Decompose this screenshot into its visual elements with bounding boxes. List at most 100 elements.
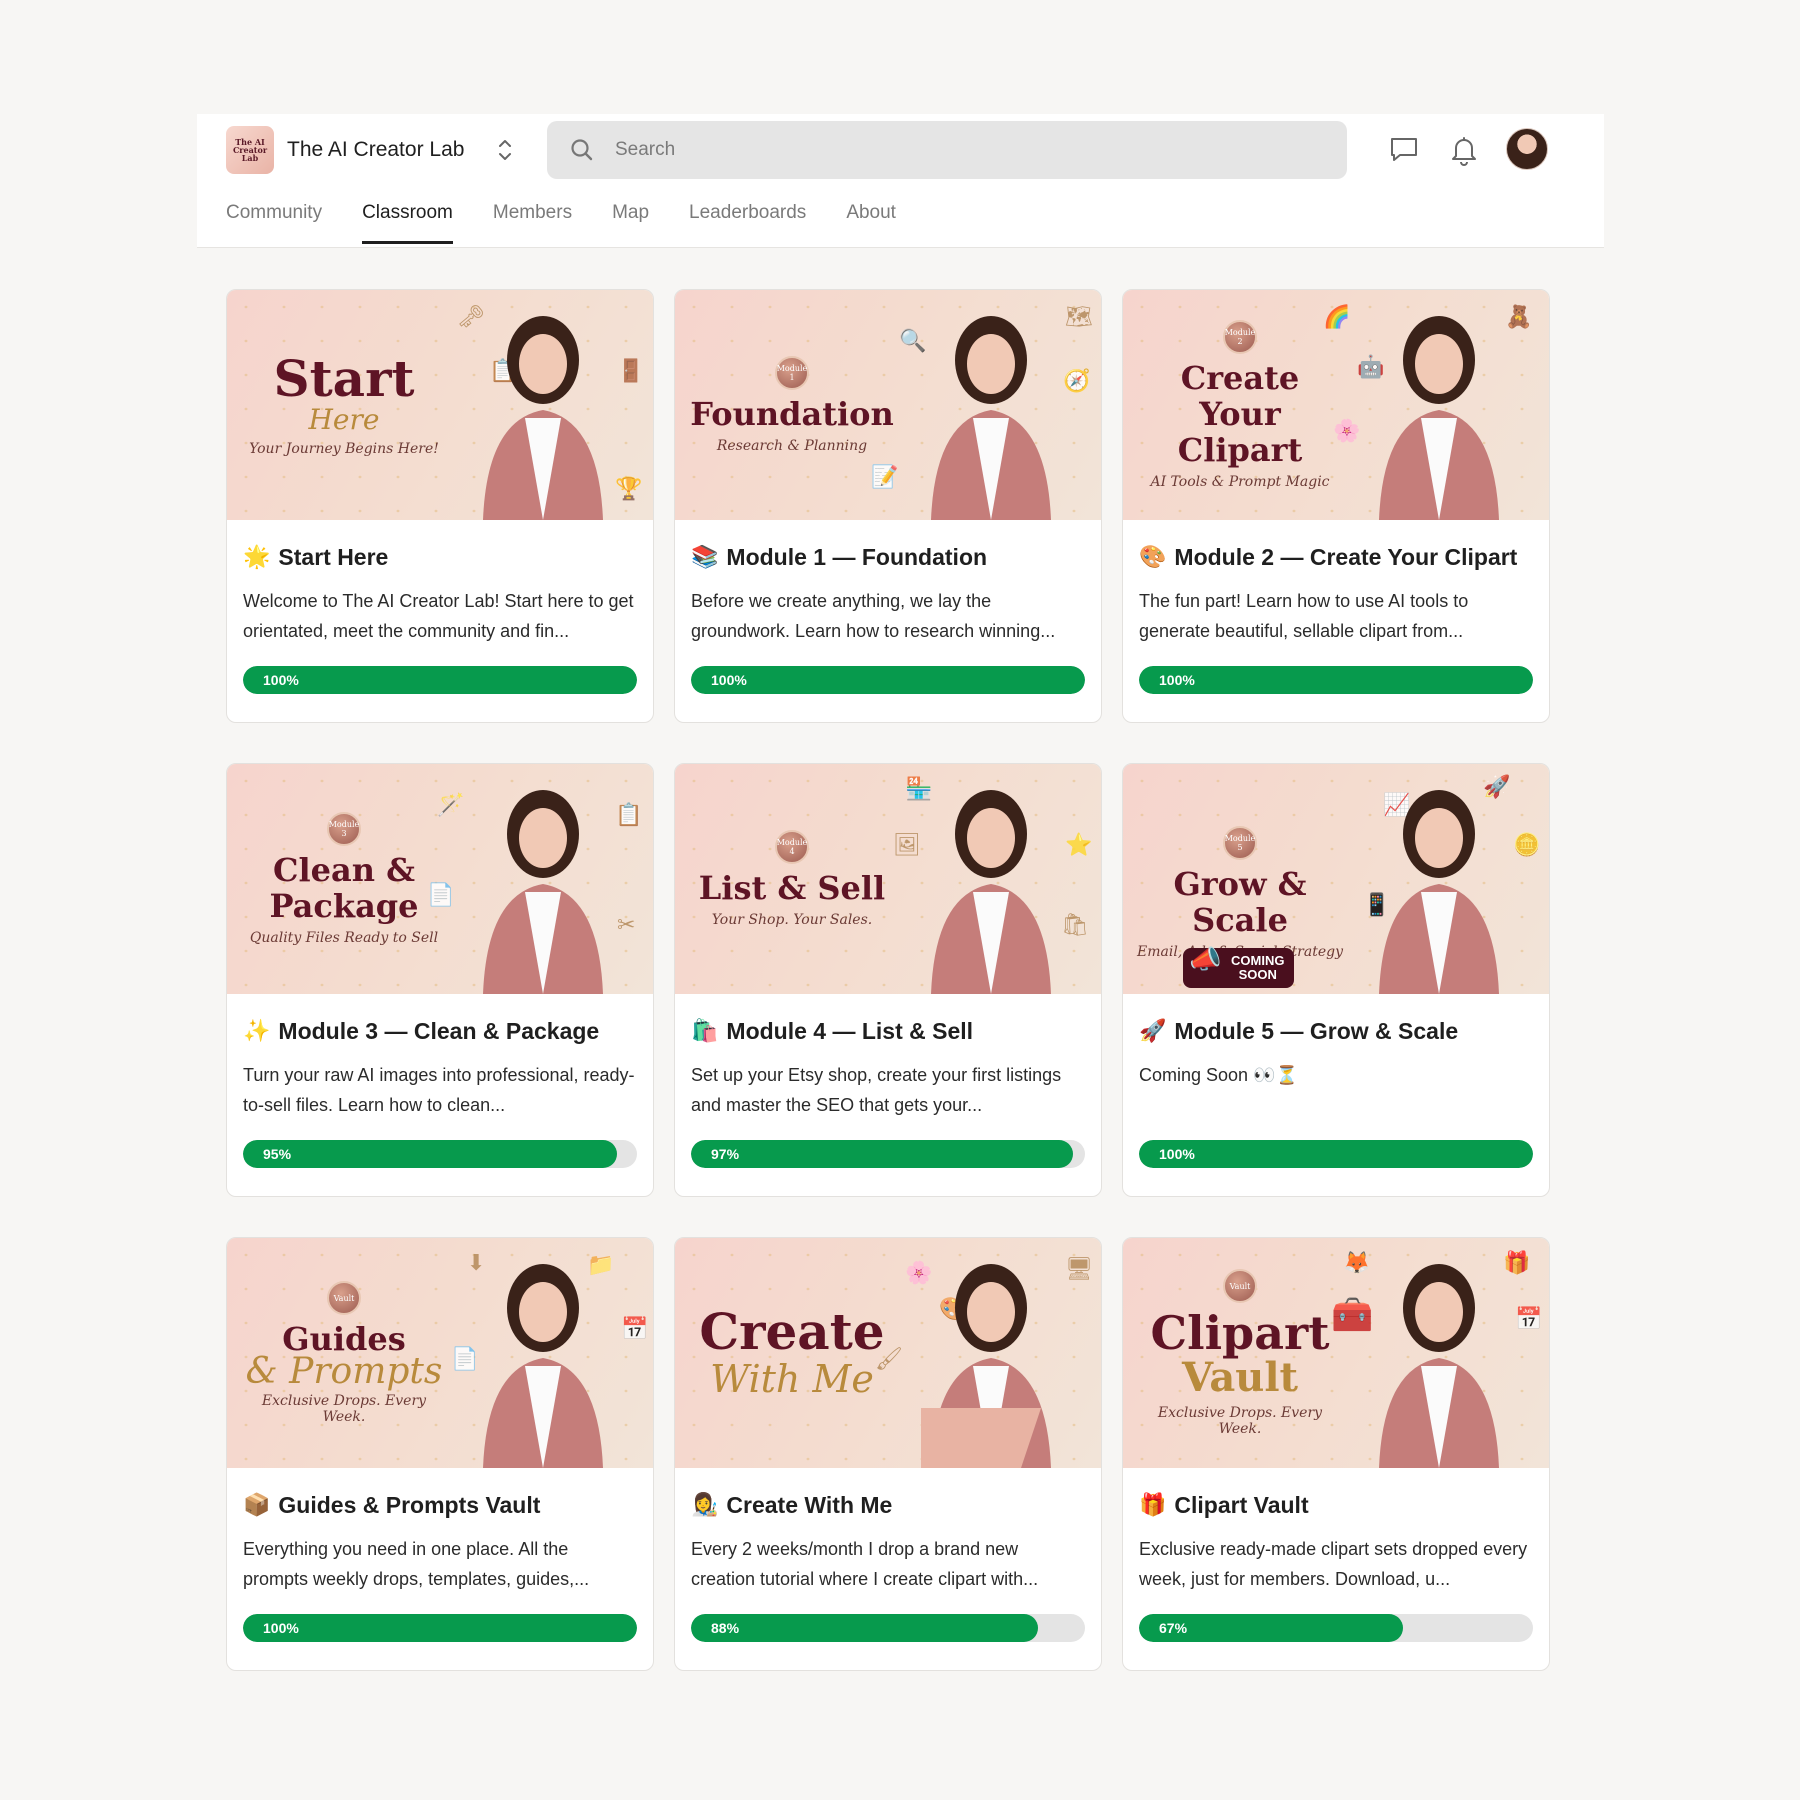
progress-bar: 67% [1139,1614,1533,1642]
course-description: Before we create anything, we lay the gr… [691,591,1056,641]
tab-members[interactable]: Members [493,202,572,244]
cover-title: Create [699,1302,885,1361]
palette-icon: 🎨 [1139,544,1167,569]
progress-label: 100% [263,672,299,688]
calendar-icon: 📅 [621,1316,649,1341]
course-card-start-here[interactable]: Start Here Your Journey Begins Here! 🗝 📋… [226,289,654,723]
course-description: Set up your Etsy shop, create your first… [691,1065,1062,1115]
tab-leaderboards[interactable]: Leaderboards [689,202,806,244]
course-card-module-1[interactable]: Module 1 Foundation Research & Planning … [674,289,1102,723]
tab-map[interactable]: Map [612,202,649,244]
module-badge: Module 3 [327,812,361,846]
progress-fill [243,666,637,694]
progress-fill [243,1140,618,1168]
cover-tagline: Quality Files Ready to Sell [249,930,439,946]
brush-icon: 🖌 [875,1346,903,1371]
course-card-clipart-vault[interactable]: Vault Clipart Vault Exclusive Drops. Eve… [1122,1237,1550,1671]
fox-icon: 🦊 [1343,1250,1371,1275]
coming-soon-bottom: SOON [1238,967,1277,982]
cover-title: Create Your Clipart [1177,359,1303,469]
course-cover-image: Module 4 List & Sell Your Shop. Your Sal… [675,764,1101,994]
progress-bar: 100% [1139,666,1533,694]
course-title: 🎁 Clipart Vault [1139,1490,1533,1520]
coming-soon-top: COMING [1231,953,1285,968]
map-icon: 🗺 [1065,304,1093,329]
course-grid: Start Here Your Journey Begins Here! 🗝 📋… [226,289,1550,1671]
course-card-guides-prompts-vault[interactable]: Vault Guides & Prompts Exclusive Drops. … [226,1237,654,1671]
course-card-module-4[interactable]: Module 4 List & Sell Your Shop. Your Sal… [674,763,1102,1197]
cover-script: Vault [1181,1354,1299,1401]
chevron-updown-icon[interactable] [497,137,513,163]
course-cover-image: Module 3 Clean & Package Quality Files R… [227,764,653,994]
cover-title: Clipart [1150,1306,1330,1360]
search-input[interactable] [615,139,1295,161]
cover-script: Here [308,403,380,436]
progress-bar: 97% [691,1140,1085,1168]
vault-badge: Vault [1223,1269,1257,1303]
course-title: 👩‍🎨 Create With Me [691,1490,1085,1520]
course-cover-image: Start Here Your Journey Begins Here! 🗝 📋… [227,290,653,520]
chat-icon[interactable] [1387,133,1421,167]
cover-tagline: Exclusive Drops. Every Week. [1157,1405,1323,1437]
clipboard-icon: 📋 [615,802,643,827]
progress-fill [691,1614,1038,1642]
course-card-create-with-me[interactable]: Create With Me 🌸 🎨 🖥 🖌 👩‍🎨 Create With M… [674,1237,1102,1671]
course-card-module-2[interactable]: Module 2 Create Your Clipart AI Tools & … [1122,289,1550,723]
cover-tagline: Exclusive Drops. Every Week. [261,1393,427,1425]
cover-script: With Me [710,1357,874,1401]
instructor-photo [483,790,603,994]
treasure-chest-icon: 🧰 [1331,1296,1374,1334]
cover-script: & Prompts [245,1351,443,1392]
course-title: 📦 Guides & Prompts Vault [243,1490,637,1520]
instructor-photo [483,316,603,520]
instructor-photo [483,1264,603,1468]
calendar-icon: 📅 [1515,1306,1543,1331]
vault-badge: Vault [327,1281,361,1315]
tab-about[interactable]: About [846,202,896,244]
tab-classroom[interactable]: Classroom [362,202,453,244]
user-avatar[interactable] [1506,128,1548,170]
progress-label: 100% [1159,1146,1195,1162]
instructor-photo [1379,316,1499,520]
community-switcher[interactable]: The AI Creator Lab The AI Creator Lab [226,126,513,174]
progress-fill [691,1140,1074,1168]
instructor-photo [1379,790,1499,994]
progress-label: 95% [263,1146,292,1162]
course-description: Every 2 weeks/month I drop a brand new c… [691,1539,1039,1589]
coming-soon-sticker: 📣 COMING SOON [1183,944,1295,988]
module-badge: Module 2 [1223,320,1257,354]
course-title-text: Clipart Vault [1174,1491,1309,1518]
megaphone-icon: 📣 [1189,944,1222,974]
progress-label: 100% [1159,672,1195,688]
instructor-photo [921,1264,1051,1468]
progress-fill [243,1614,637,1642]
course-card-module-3[interactable]: Module 3 Clean & Package Quality Files R… [226,763,654,1197]
flower-icon: 🌸 [1333,418,1361,443]
cover-tagline: Your Journey Begins Here! [249,441,439,457]
app-header: The AI Creator Lab The AI Creator Lab Co… [197,114,1604,248]
rocket-icon: 🚀 [1139,1018,1167,1043]
course-description: Turn your raw AI images into professiona… [243,1065,635,1115]
progress-fill [691,666,1085,694]
course-card-module-5[interactable]: Module 5 Grow & Scale Email, Ads & Socia… [1122,763,1550,1197]
file-icon: 📄 [427,882,455,907]
compass-icon: 🧭 [1063,368,1091,393]
bell-icon[interactable] [1447,133,1481,167]
progress-bar: 88% [691,1614,1085,1642]
course-title-text: Module 1 — Foundation [726,543,988,570]
community-logo-text: The AI Creator Lab [232,137,268,163]
tab-community[interactable]: Community [226,202,322,244]
progress-label: 97% [711,1146,740,1162]
course-cover-image: Create With Me 🌸 🎨 🖥 🖌 [675,1238,1101,1468]
course-cover-image: Vault Clipart Vault Exclusive Drops. Eve… [1123,1238,1549,1468]
course-description: The fun part! Learn how to use AI tools … [1139,591,1469,641]
search-bar[interactable] [547,121,1347,179]
community-logo[interactable]: The AI Creator Lab [226,126,274,174]
course-cover-image: Vault Guides & Prompts Exclusive Drops. … [227,1238,653,1468]
course-title-text: Module 4 — List & Sell [726,1017,974,1044]
cover-title: List & Sell [698,869,886,907]
course-description: Everything you need in one place. All th… [243,1539,590,1589]
course-description: Coming Soon 👀⏳ [1139,1065,1298,1085]
course-title-text: Guides & Prompts Vault [278,1491,541,1518]
course-title-text: Start Here [278,543,389,570]
